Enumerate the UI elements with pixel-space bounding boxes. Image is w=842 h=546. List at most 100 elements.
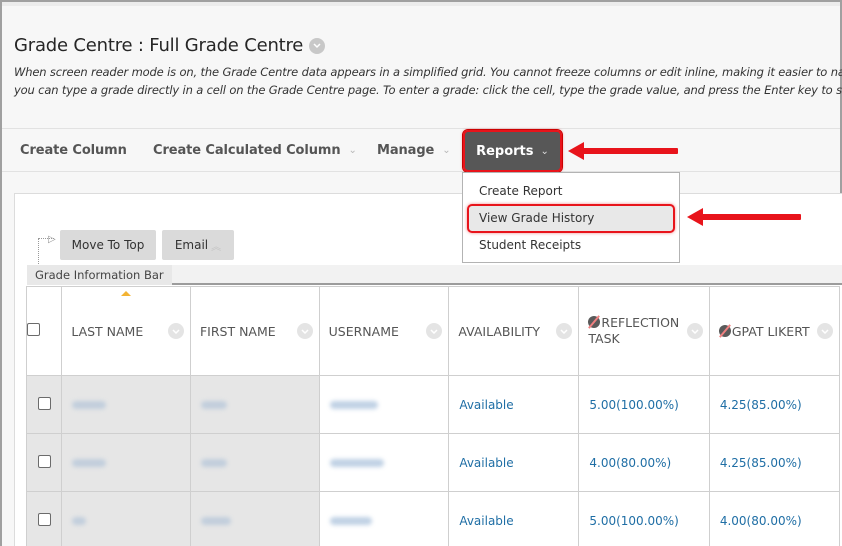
column-header-last-name[interactable]: LAST NAME — [61, 286, 191, 376]
blurred-last-name — [72, 458, 107, 467]
row-select-cell — [25, 433, 63, 492]
grade-information-bar: Grade Information Bar — [27, 265, 842, 285]
column-menu-chevron-icon[interactable] — [426, 323, 443, 339]
chevron-down-icon: ⌄ — [540, 145, 549, 157]
grade-value[interactable]: 5.00(100.00%) — [589, 398, 678, 412]
move-to-top-label: Move To Top — [71, 238, 145, 252]
gpat-likert-cell[interactable]: 4.25(85.00%) — [708, 433, 841, 492]
column-label: FIRST NAME — [199, 323, 276, 339]
column-header-gpat-likert[interactable]: GPAT LIKERT — [708, 286, 841, 376]
window-top-strip — [2, 2, 840, 6]
blurred-username — [329, 458, 384, 467]
create-calculated-column-button[interactable]: Create Calculated Column ⌄ — [153, 129, 357, 171]
last-name-cell[interactable] — [61, 491, 191, 546]
double-chevron-down-icon: ︽ — [211, 241, 222, 253]
reports-dropdown-menu: Create Report View Grade History Student… — [462, 172, 680, 263]
column-header-availability[interactable]: AVAILABILITY — [448, 286, 580, 376]
grid-header-row: LAST NAME FIRST NAME USERNAME AVAILABILI… — [25, 286, 841, 376]
row-checkbox[interactable] — [37, 454, 51, 468]
gpat-likert-cell[interactable]: 4.00(80.00%) — [708, 491, 841, 546]
column-label: REFLECTION TASK — [588, 315, 680, 346]
reflection-task-cell[interactable]: 5.00(100.00%) — [578, 375, 710, 434]
select-all-checkbox[interactable] — [27, 323, 40, 336]
blurred-first-name — [200, 458, 227, 467]
blurred-last-name — [72, 400, 107, 409]
table-row: Available 4.00(80.00%) 4.25(85.00%) — [25, 433, 841, 492]
email-button[interactable]: Email ︽ — [162, 230, 234, 260]
sort-ascending-icon — [121, 291, 132, 296]
grade-value[interactable]: 4.00(80.00%) — [720, 514, 802, 528]
annotation-arrow-view-grade-history — [687, 208, 801, 226]
page-title-text: Grade Centre : Full Grade Centre — [14, 35, 304, 56]
username-cell[interactable] — [318, 491, 450, 546]
menu-item-view-grade-history[interactable]: View Grade History — [479, 211, 594, 225]
grade-information-bar-tab[interactable]: Grade Information Bar — [27, 265, 172, 285]
move-arrow-icon: ▷ — [48, 234, 56, 245]
gpat-likert-cell[interactable]: 4.25(85.00%) — [708, 375, 841, 434]
blurred-username — [329, 400, 378, 409]
manage-button[interactable]: Manage ⌄ — [377, 129, 451, 171]
availability-cell[interactable]: Available — [448, 491, 580, 546]
column-menu-chevron-icon[interactable] — [556, 323, 573, 339]
manage-label: Manage — [377, 142, 435, 158]
instructions-line-2: you can type a grade directly in a cell … — [14, 83, 842, 97]
last-name-cell[interactable] — [61, 433, 191, 492]
availability-cell[interactable]: Available — [448, 433, 580, 492]
column-label: GPAT LIKERT — [731, 323, 810, 339]
column-header-first-name[interactable]: FIRST NAME — [189, 286, 320, 376]
reports-button[interactable]: Reports ⌄ — [462, 129, 563, 173]
email-label: Email — [174, 238, 209, 252]
blurred-first-name — [200, 400, 227, 409]
menu-item-student-receipts[interactable]: Student Receipts — [479, 238, 581, 252]
menu-item-create-report[interactable]: Create Report — [479, 184, 562, 198]
availability-link[interactable]: Available — [459, 398, 513, 412]
username-cell[interactable] — [318, 433, 450, 492]
last-name-cell[interactable] — [61, 375, 191, 434]
row-checkbox[interactable] — [37, 512, 51, 526]
reports-label: Reports — [476, 143, 534, 159]
hidden-from-students-icon — [718, 324, 731, 337]
create-column-button[interactable]: Create Column — [20, 129, 127, 171]
column-menu-chevron-icon[interactable] — [296, 323, 313, 339]
column-menu-chevron-icon[interactable] — [167, 323, 184, 339]
grade-value[interactable]: 5.00(100.00%) — [589, 514, 678, 528]
grade-value[interactable]: 4.25(85.00%) — [720, 456, 802, 470]
column-menu-chevron-icon[interactable] — [686, 323, 703, 339]
column-menu-chevron-icon[interactable] — [817, 323, 833, 339]
first-name-cell[interactable] — [189, 433, 320, 492]
grade-grid-table: LAST NAME FIRST NAME USERNAME AVAILABILI… — [25, 286, 841, 546]
select-all-cell — [25, 286, 63, 376]
title-menu-chevron-icon[interactable] — [309, 37, 326, 54]
column-label: LAST NAME — [71, 323, 144, 339]
move-to-top-button[interactable]: Move To Top — [60, 230, 156, 260]
availability-link[interactable]: Available — [459, 456, 513, 470]
blurred-username — [329, 516, 372, 525]
chevron-down-icon: ⌄ — [348, 144, 357, 156]
row-select-cell — [25, 491, 63, 546]
column-header-reflection-task[interactable]: REFLECTION TASK — [578, 286, 710, 376]
reflection-task-cell[interactable]: 5.00(100.00%) — [578, 491, 710, 546]
username-cell[interactable] — [318, 375, 450, 434]
action-bar: Create Column Create Calculated Column ⌄… — [2, 128, 840, 172]
row-select-cell — [25, 375, 63, 434]
column-label: USERNAME — [328, 323, 399, 339]
page-title: Grade Centre : Full Grade Centre — [14, 35, 326, 56]
table-row: Available 5.00(100.00%) 4.25(85.00%) — [25, 375, 841, 434]
column-label: AVAILABILITY — [458, 323, 541, 339]
grade-value[interactable]: 4.25(85.00%) — [720, 398, 802, 412]
hidden-from-students-icon — [588, 316, 601, 328]
availability-cell[interactable]: Available — [448, 375, 580, 434]
grade-information-bar-label: Grade Information Bar — [35, 268, 164, 282]
column-header-username[interactable]: USERNAME — [318, 286, 450, 376]
reflection-task-cell[interactable]: 4.00(80.00%) — [578, 433, 710, 492]
instructions-line-1: When screen reader mode is on, the Grade… — [14, 65, 842, 79]
blurred-first-name — [200, 516, 231, 525]
grade-value[interactable]: 4.00(80.00%) — [589, 456, 671, 470]
first-name-cell[interactable] — [189, 491, 320, 546]
screen-reader-instructions: When screen reader mode is on, the Grade… — [14, 63, 842, 99]
blurred-last-name — [72, 516, 87, 525]
first-name-cell[interactable] — [189, 375, 320, 434]
row-checkbox[interactable] — [37, 396, 51, 410]
chevron-down-icon: ⌄ — [442, 144, 451, 156]
availability-link[interactable]: Available — [459, 514, 513, 528]
